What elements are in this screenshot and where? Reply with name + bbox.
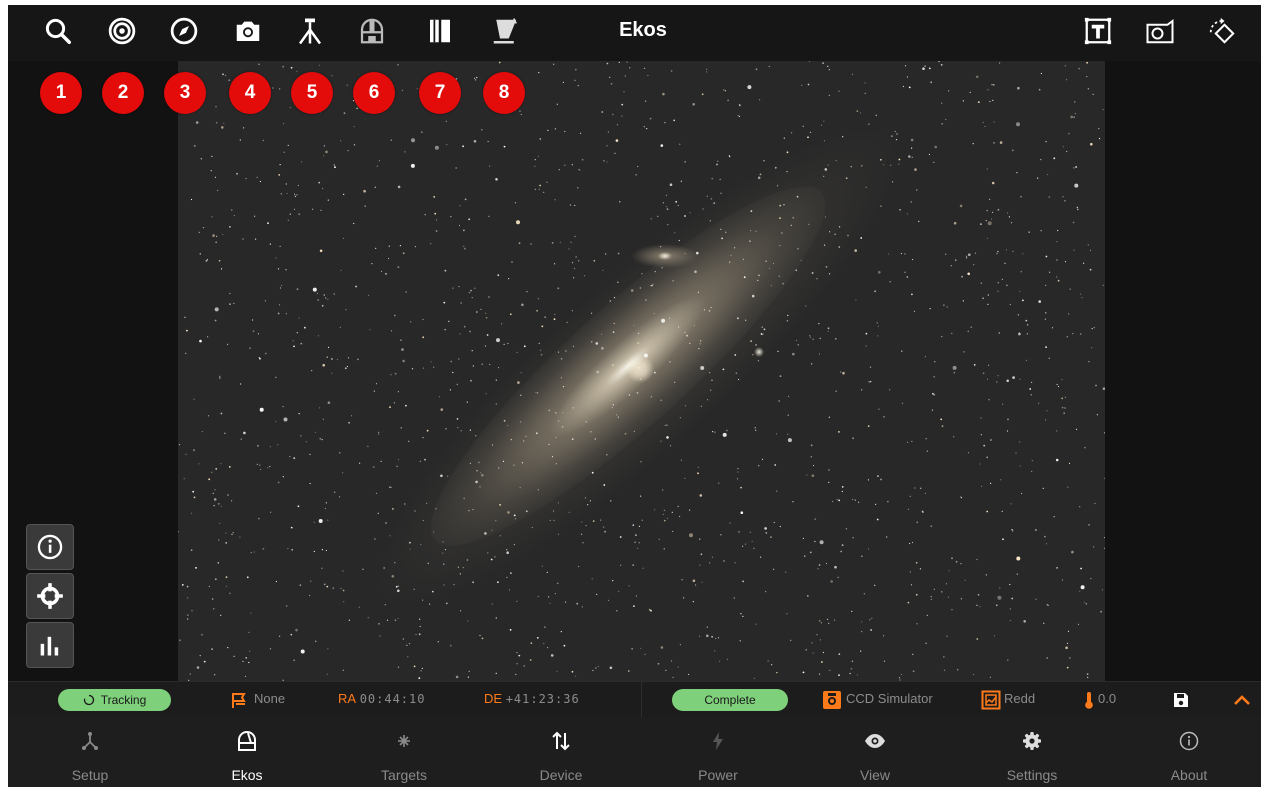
about-icon [1179, 731, 1199, 751]
capture-status-pill[interactable]: Complete [672, 689, 788, 711]
star-field [178, 61, 1105, 681]
tracking-spinner-icon [83, 694, 94, 706]
save-icon[interactable] [1171, 690, 1191, 710]
settings-icon [1023, 732, 1041, 750]
nav-item-view[interactable]: View [797, 717, 953, 787]
park-status: None [254, 691, 286, 706]
thermometer-icon [1085, 692, 1093, 709]
targets-icon [398, 735, 410, 747]
nav-label-power: Power [698, 767, 738, 783]
camera-icon[interactable] [230, 13, 266, 49]
ra-label: RA [338, 691, 357, 706]
target-icon[interactable] [104, 13, 140, 49]
crosshair-button[interactable] [26, 573, 74, 619]
status-bar: Tracking None RA 00:44:10 DE +41:23:36 C… [8, 681, 1261, 718]
marker-3: 3 [164, 72, 206, 114]
nav-label-about: About [1170, 767, 1208, 783]
bottom-nav: Setup Ekos Targets Device Power View Set… [8, 717, 1261, 787]
histogram-button[interactable] [26, 622, 74, 668]
camera-name: CCD Simulator [846, 691, 933, 706]
compass-icon[interactable] [166, 13, 202, 49]
rotate-icon[interactable] [1204, 13, 1240, 49]
nav-item-targets[interactable]: Targets [326, 717, 482, 787]
nav-item-settings[interactable]: Settings [954, 717, 1110, 787]
power-icon [713, 732, 723, 750]
view-icon [865, 734, 885, 748]
nav-label-view: View [859, 767, 891, 783]
mount-status-label: Tracking [100, 693, 147, 707]
de-value: +41:23:36 [505, 692, 580, 706]
ekos-icon [238, 731, 256, 751]
filter-name: Redd [1004, 691, 1036, 706]
marker-5: 5 [291, 72, 333, 114]
marker-8: 8 [483, 72, 525, 114]
filter-icon [981, 690, 1001, 710]
search-icon[interactable] [40, 13, 76, 49]
nav-item-about[interactable]: About [1111, 717, 1261, 787]
histogram-icon [40, 636, 59, 656]
captured-image[interactable] [178, 61, 1105, 681]
dust-cap-icon[interactable] [422, 13, 458, 49]
nav-item-ekos[interactable]: Ekos [169, 717, 325, 787]
marker-2: 2 [102, 72, 144, 114]
nav-label-targets: Targets [381, 767, 427, 783]
ekos-app: Ekos 1 2 3 4 5 6 7 8 Tracking None RA 00… [8, 5, 1261, 787]
nav-label-ekos: Ekos [231, 767, 263, 783]
text-frame-icon[interactable] [1080, 13, 1116, 49]
capture-frame-icon[interactable] [1142, 13, 1178, 49]
dome-icon[interactable] [354, 13, 390, 49]
page-title: Ekos [619, 19, 667, 41]
nav-item-power[interactable]: Power [640, 717, 796, 787]
marker-6: 6 [353, 72, 395, 114]
ra-value: 00:44:10 [359, 692, 426, 706]
temperature-value: 0.0 [1098, 691, 1117, 706]
camera-status-icon [823, 691, 841, 709]
info-icon [37, 534, 63, 560]
marker-7: 7 [419, 72, 461, 114]
nav-label-device: Device [539, 767, 583, 783]
ra-readout: RA 00:44:10 [338, 691, 425, 706]
top-toolbar: Ekos [8, 5, 1261, 61]
crosshair-icon [37, 583, 63, 609]
marker-4: 4 [229, 72, 271, 114]
nav-item-setup[interactable]: Setup [12, 717, 168, 787]
info-button[interactable] [26, 524, 74, 570]
nav-label-setup: Setup [71, 767, 109, 783]
setup-icon [82, 732, 98, 750]
chevron-up-icon[interactable] [1232, 690, 1252, 710]
marker-1: 1 [40, 72, 82, 114]
de-label: DE [484, 691, 503, 706]
device-icon [552, 731, 570, 751]
mount-status-pill[interactable]: Tracking [58, 689, 171, 711]
park-flag-icon [232, 693, 246, 708]
de-readout: DE +41:23:36 [484, 691, 580, 706]
nav-label-settings: Settings [1006, 767, 1058, 783]
nav-item-device[interactable]: Device [483, 717, 639, 787]
mount-icon[interactable] [292, 13, 328, 49]
flat-panel-icon[interactable] [487, 13, 523, 49]
status-divider [641, 682, 642, 718]
